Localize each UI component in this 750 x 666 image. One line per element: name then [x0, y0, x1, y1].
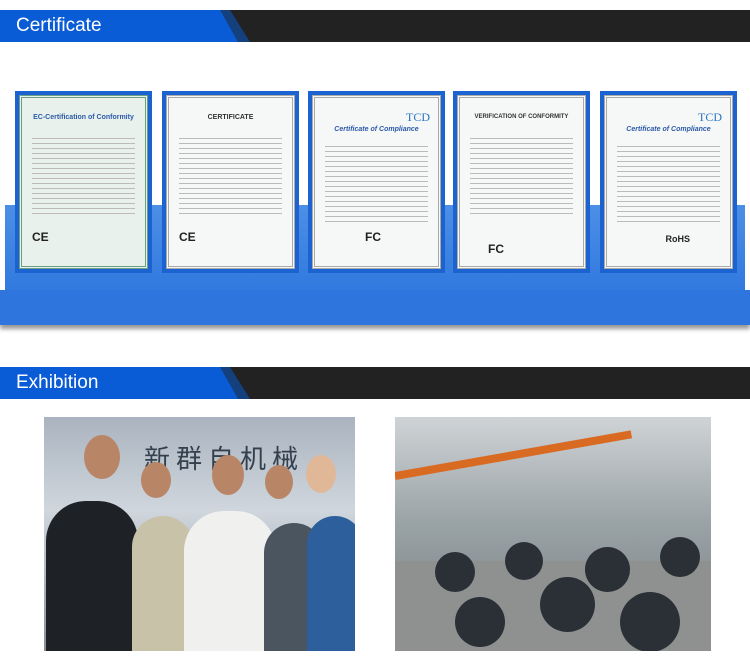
- certificate-title: VERIFICATION OF CONFORMITY: [474, 114, 569, 120]
- exhibition-photo-team: 新群自机械: [44, 417, 355, 651]
- certificate-text: [617, 142, 720, 222]
- fcc-mark: FC: [488, 242, 504, 256]
- certificate-paper: VERIFICATION OF CONFORMITY FC: [457, 95, 586, 269]
- certificate-title: CERTIFICATE: [207, 114, 254, 121]
- rohs-mark: RoHS: [665, 234, 691, 244]
- tcd-logo: TCD: [406, 110, 430, 124]
- certificate-paper: TCD Certificate of Compliance RoHS: [604, 95, 733, 269]
- certificate-paper: TCD Certificate of Compliance FC: [312, 95, 441, 269]
- certificate-title: EC-Certification of Conformity: [33, 114, 134, 121]
- certificate-paper: EC-Certification of Conformity CE: [19, 95, 148, 269]
- fcc-mark: FC: [365, 230, 381, 244]
- certificate-title: Certificate of Compliance: [626, 126, 711, 133]
- exhibition-header: Exhibition: [0, 367, 750, 399]
- certificate-title: Certificate: [16, 15, 102, 36]
- certificate-header: Certificate: [0, 10, 750, 42]
- certificate-text: [470, 134, 573, 214]
- tcd-logo: TCD: [698, 110, 722, 124]
- certificate-verification[interactable]: VERIFICATION OF CONFORMITY FC: [453, 91, 590, 273]
- exhibition-photo-factory: [395, 417, 711, 651]
- certificate-paper: CERTIFICATE CE: [166, 95, 295, 269]
- certificate-text: [179, 134, 282, 214]
- certificate-text: [325, 142, 428, 222]
- exhibition-title: Exhibition: [16, 372, 99, 393]
- certificate-atc[interactable]: CERTIFICATE CE: [162, 91, 299, 273]
- certificate-tcd-fcc[interactable]: TCD Certificate of Compliance FC: [308, 91, 445, 273]
- ce-mark: CE: [179, 230, 196, 244]
- platform-front: [0, 290, 750, 325]
- certificate-text: [32, 134, 135, 214]
- ce-mark: CE: [32, 230, 49, 244]
- crane-beam: [395, 430, 633, 480]
- certificate-ec[interactable]: EC-Certification of Conformity CE: [15, 91, 152, 273]
- certificate-title: Certificate of Compliance: [334, 126, 419, 133]
- certificate-tcd-rohs[interactable]: TCD Certificate of Compliance RoHS: [600, 91, 737, 273]
